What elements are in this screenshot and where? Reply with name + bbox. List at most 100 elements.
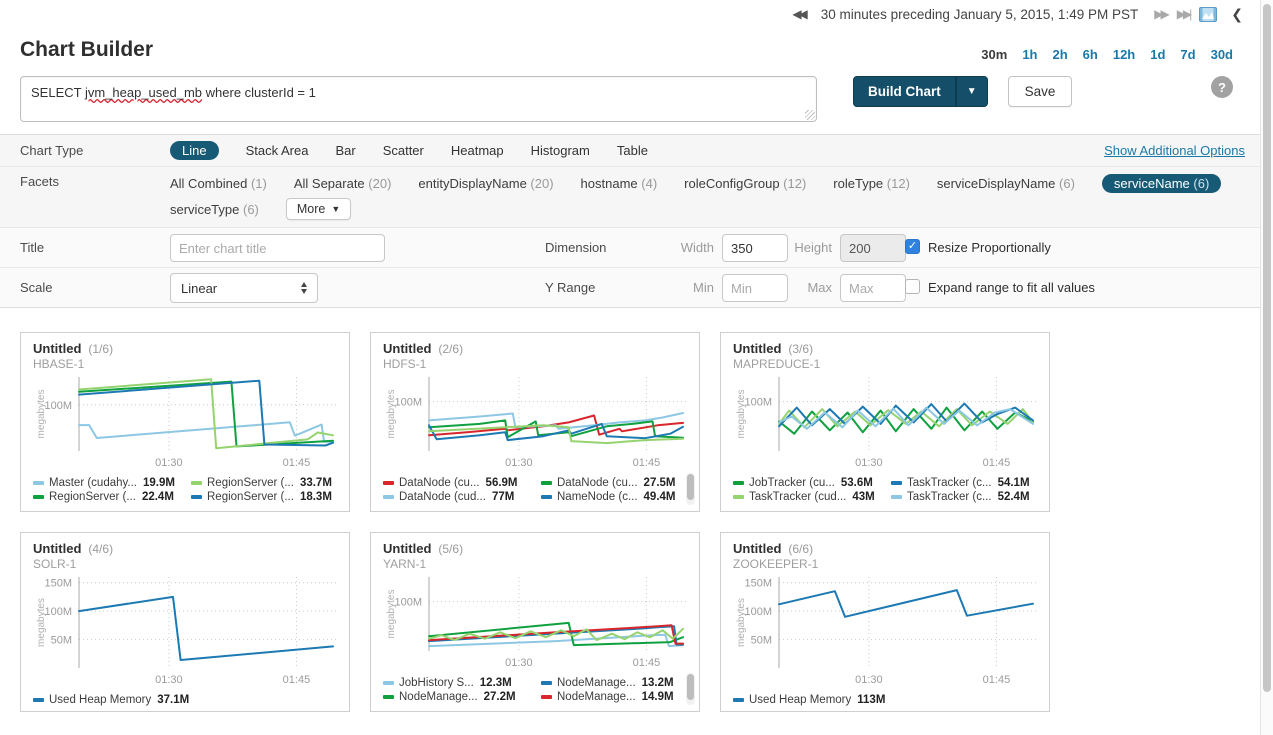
chart-card-2[interactable]: Untitled(2/6)HDFS-1megabytes01:3001:4510…: [370, 332, 700, 512]
facet-roletype[interactable]: roleType (12): [833, 176, 910, 191]
fast-forward-icon[interactable]: ▶▶: [1154, 7, 1166, 21]
legend-scrollbar[interactable]: [686, 473, 695, 505]
more-facets-button[interactable]: More ▼: [286, 198, 351, 220]
time-range-2h[interactable]: 2h: [1053, 47, 1068, 62]
skip-to-now-icon[interactable]: ▶▶|: [1177, 7, 1190, 21]
svg-text:50M: 50M: [51, 635, 72, 647]
time-range-1d[interactable]: 1d: [1150, 47, 1165, 62]
legend-scrollbar-thumb[interactable]: [687, 674, 694, 700]
legend-item[interactable]: Master (cudahy...19.9M: [33, 477, 179, 489]
chart-title-input[interactable]: [170, 234, 385, 262]
legend-item[interactable]: TaskTracker (cud...43M: [733, 491, 879, 503]
legend-swatch-icon: [541, 681, 552, 685]
chart-card-1[interactable]: Untitled(1/6)HBASE-1megabytes01:3001:451…: [20, 332, 350, 512]
legend-item[interactable]: NodeManage...13.2M: [541, 677, 687, 689]
facet-all-combined[interactable]: All Combined (1): [170, 176, 267, 191]
chart-legend: JobHistory S...12.3M NodeManage...13.2M No…: [383, 677, 687, 703]
query-text-misspelled: jvm_heap_used_mb: [85, 85, 202, 100]
legend-item[interactable]: NodeManage...14.9M: [541, 691, 687, 703]
legend-swatch-icon: [33, 698, 44, 702]
legend-swatch-icon: [733, 481, 744, 485]
chart-card-3[interactable]: Untitled(3/6)MAPREDUCE-1megabytes01:3001…: [720, 332, 1050, 512]
resize-proportionally-label: Resize Proportionally: [928, 240, 1051, 255]
legend-item[interactable]: JobHistory S...12.3M: [383, 677, 529, 689]
page-scrollbar[interactable]: [1260, 0, 1273, 735]
yrange-max-input[interactable]: [840, 274, 906, 302]
facet-entitydisplayname[interactable]: entityDisplayName (20): [418, 176, 553, 191]
legend-item[interactable]: TaskTracker (c...52.4M: [891, 491, 1037, 503]
legend-swatch-icon: [891, 495, 902, 499]
time-range-12h[interactable]: 12h: [1113, 47, 1135, 62]
legend-item[interactable]: JobTracker (cu...53.6M: [733, 477, 879, 489]
legend-item[interactable]: NameNode (c...49.4M: [541, 491, 687, 503]
collapse-left-icon[interactable]: ❮: [1231, 6, 1243, 23]
legend-item[interactable]: Used Heap Memory113M: [733, 694, 1037, 706]
query-input[interactable]: SELECT jvm_heap_used_mb where clusterId …: [20, 76, 817, 122]
facet-servicedisplayname[interactable]: serviceDisplayName (6): [937, 176, 1075, 191]
time-marker-icon[interactable]: [1199, 7, 1217, 22]
chart-type-options: Line Stack Area Bar Scatter Heatmap Histogram…: [170, 141, 648, 160]
legend-item[interactable]: DataNode (cud...77M: [383, 491, 529, 503]
svg-text:150M: 150M: [44, 578, 72, 590]
legend-item[interactable]: DataNode (cu...56.9M: [383, 477, 529, 489]
show-additional-options-link[interactable]: Show Additional Options: [1104, 143, 1245, 158]
legend-scrollbar-thumb[interactable]: [687, 474, 694, 500]
svg-text:50M: 50M: [751, 635, 772, 647]
legend-item[interactable]: TaskTracker (c...54.1M: [891, 477, 1037, 489]
legend-item[interactable]: DataNode (cu...27.5M: [541, 477, 687, 489]
page-title: Chart Builder: [20, 38, 153, 62]
time-range-1h[interactable]: 1h: [1022, 47, 1037, 62]
chart-card-header: Untitled(3/6): [733, 341, 1037, 356]
legend-swatch-icon: [733, 495, 744, 499]
legend-item[interactable]: RegionServer (...22.4M: [33, 491, 179, 503]
resize-proportionally-checkbox[interactable]: ✓: [905, 239, 920, 254]
build-chart-split-button: Build Chart ▼: [853, 76, 988, 107]
rewind-icon[interactable]: ◀◀: [792, 7, 804, 21]
chart-type-row: Chart Type LineStack AreaBarScatterHeatm…: [0, 135, 1273, 166]
legend-item[interactable]: NodeManage...27.2M: [383, 691, 529, 703]
chart-index: (4/6): [88, 542, 113, 556]
help-icon[interactable]: ?: [1211, 76, 1233, 98]
chart-type-line[interactable]: Line: [170, 141, 219, 160]
legend-item[interactable]: Used Heap Memory37.1M: [33, 694, 337, 706]
chart-legend: Used Heap Memory37.1M: [33, 694, 337, 706]
select-arrows-icon: [301, 282, 307, 294]
time-range-30d[interactable]: 30d: [1211, 47, 1233, 62]
chart-type-bar[interactable]: Bar: [335, 141, 355, 160]
expand-range-checkbox[interactable]: [905, 279, 920, 294]
chart-type-heatmap[interactable]: Heatmap: [451, 141, 504, 160]
facet-servicetype[interactable]: serviceType (6): [170, 202, 259, 217]
facet-roleconfiggroup[interactable]: roleConfigGroup (12): [684, 176, 806, 191]
chart-type-stack-area[interactable]: Stack Area: [246, 141, 309, 160]
line-chart-plot: megabytes01:3001:45150M100M50M: [733, 571, 1039, 688]
help-wrap: ?: [1211, 76, 1233, 98]
chart-title: Untitled: [733, 541, 781, 556]
chart-type-histogram[interactable]: Histogram: [531, 141, 590, 160]
chart-type-table[interactable]: Table: [617, 141, 648, 160]
legend-item[interactable]: RegionServer (...18.3M: [191, 491, 337, 503]
build-chart-dropdown-button[interactable]: ▼: [956, 76, 988, 107]
scale-select[interactable]: Linear: [170, 273, 318, 303]
chart-card-6[interactable]: Untitled(6/6)ZOOKEEPER-1megabytes01:3001…: [720, 532, 1050, 712]
height-input[interactable]: [840, 234, 906, 262]
line-chart-plot: megabytes01:3001:45100M: [733, 371, 1039, 471]
save-button[interactable]: Save: [1008, 76, 1073, 107]
chart-legend: DataNode (cu...56.9M DataNode (cu...27.5M…: [383, 477, 687, 503]
facet-hostname[interactable]: hostname (4): [581, 176, 658, 191]
line-chart-plot: megabytes01:3001:45100M: [383, 371, 689, 471]
facet-servicename[interactable]: serviceName (6): [1102, 174, 1221, 193]
chart-card-4[interactable]: Untitled(4/6)SOLR-1megabytes01:3001:4515…: [20, 532, 350, 712]
time-range-7d[interactable]: 7d: [1180, 47, 1195, 62]
page-scrollbar-thumb[interactable]: [1263, 4, 1271, 692]
time-range-6h[interactable]: 6h: [1083, 47, 1098, 62]
legend-swatch-icon: [33, 481, 44, 485]
chart-type-scatter[interactable]: Scatter: [383, 141, 424, 160]
facet-all-separate[interactable]: All Separate (20): [294, 176, 392, 191]
legend-scrollbar[interactable]: [686, 673, 695, 705]
legend-item[interactable]: RegionServer (...33.7M: [191, 477, 337, 489]
chart-subtitle: YARN-1: [383, 557, 687, 571]
chart-card-5[interactable]: Untitled(5/6)YARN-1megabytes01:3001:4510…: [370, 532, 700, 712]
build-chart-button[interactable]: Build Chart: [853, 76, 956, 107]
options-panel: Chart Type LineStack AreaBarScatterHeatm…: [0, 134, 1273, 308]
time-range-30m[interactable]: 30m: [981, 47, 1007, 62]
